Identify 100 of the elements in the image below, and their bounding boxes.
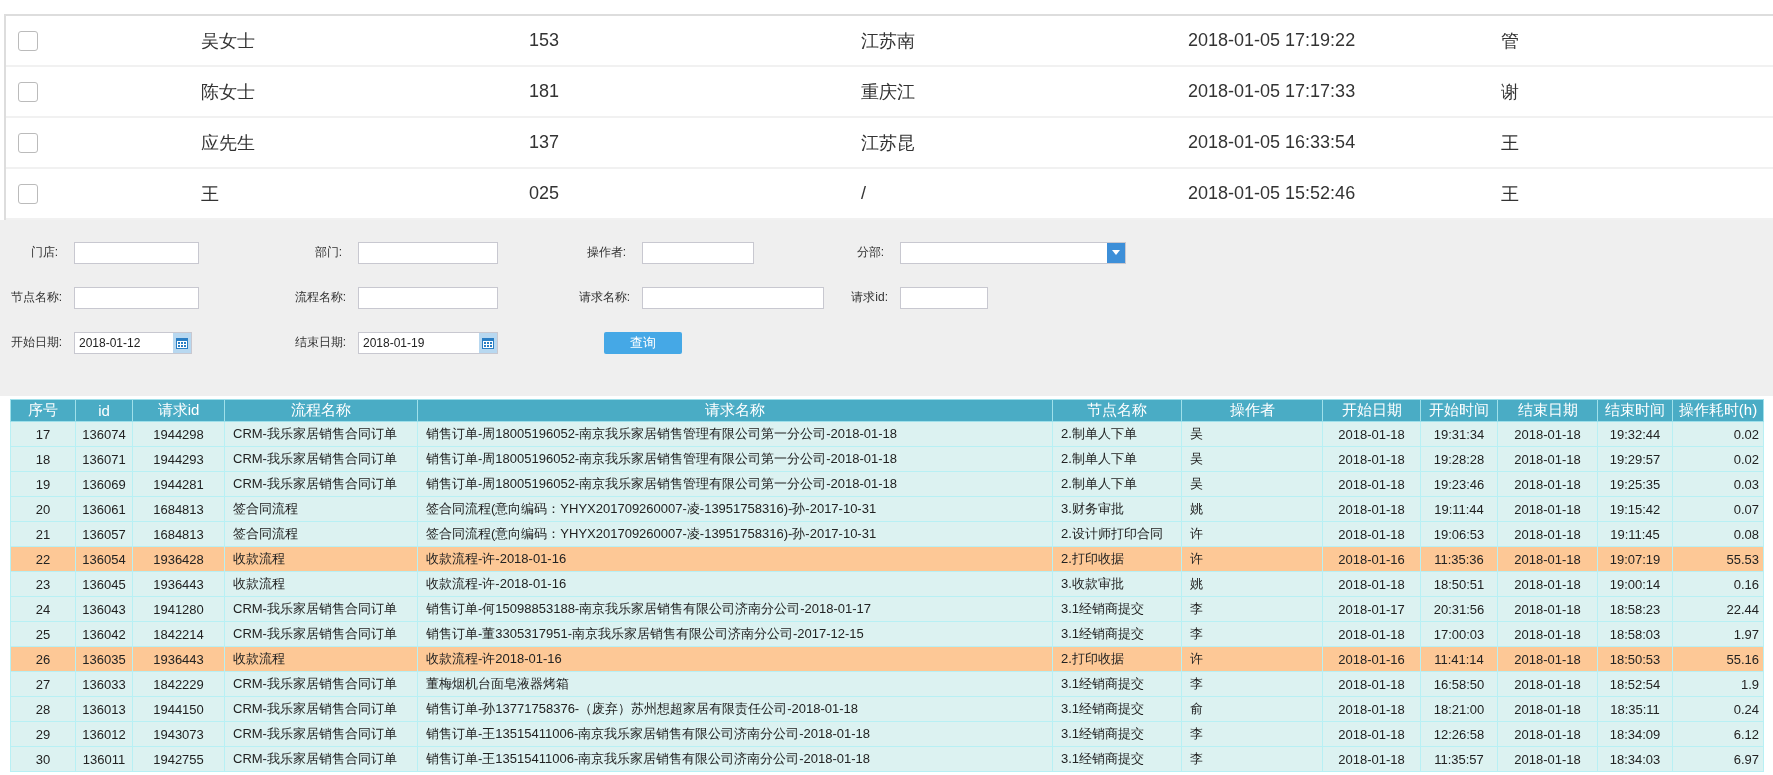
dropdown-field[interactable] <box>900 241 1126 264</box>
date-field[interactable]: 2018-01-12 <box>74 331 192 354</box>
table-cell: 1944281 <box>132 471 225 497</box>
phone-number: 025 <box>529 183 561 204</box>
table-cell: 2018-01-18 <box>1497 721 1598 747</box>
table-cell: 2018-01-18 <box>1322 721 1421 747</box>
table-cell: CRM-我乐家居销售合同订单 <box>224 596 418 622</box>
table-cell: 18 <box>10 446 76 472</box>
table-cell: 收款流程-许2018-01-16 <box>417 646 1053 672</box>
person-name: 王 <box>201 182 220 206</box>
table-cell: 1944150 <box>132 696 225 722</box>
table-cell: 0.02 <box>1672 421 1764 447</box>
table-cell: 3.1经销商提交 <box>1052 746 1182 772</box>
table-cell: 2018-01-18 <box>1322 746 1421 772</box>
table-cell: 0.16 <box>1672 571 1764 597</box>
table-row[interactable]: 20 136061 1684813 签合同流程 签合同流程(意向编码：YHYX201709260007-凌-13951758316)-孙-2017-10-31 3.财务审批 姚 2018-01-18 19:11:44 2018-01-18 19:15:42 0.07 <box>10 496 1764 522</box>
checkbox[interactable] <box>18 183 38 204</box>
table-row[interactable]: 29 136012 1943073 CRM-我乐家居销售合同订单 销售订单-王13515411006-南京我乐家居销售有限公司济南分公司-2018-01-18 3.1经销商提交 李 2018-01-18 12:26:58 2018-01-18 18:34:09 6.12 <box>10 721 1764 747</box>
table-cell: 2018-01-18 <box>1322 421 1421 447</box>
phone-number: 181 <box>529 81 561 102</box>
table-row[interactable]: 22 136054 1936428 收款流程 收款流程-许-2018-01-16 2.打印收据 许 2018-01-16 11:35:36 2018-01-18 19:07:19 55.53 <box>10 546 1764 572</box>
table-row[interactable]: 30 136011 1942755 CRM-我乐家居销售合同订单 销售订单-王13515411006-南京我乐家居销售有限公司济南分公司-2018-01-18 3.1经销商提交 李 2018-01-18 11:35:57 2018-01-18 18:34:03 6.97 <box>10 746 1764 772</box>
table-cell: CRM-我乐家居销售合同订单 <box>224 721 418 747</box>
field-label: 门店: <box>29 244 59 261</box>
table-cell: 销售订单-董3305317951-南京我乐家居销售有限公司济南分公司-2017-12-15 <box>417 621 1053 647</box>
phone-number: 153 <box>529 30 561 51</box>
table-cell: 吴 <box>1181 471 1323 497</box>
table-row[interactable]: 28 136013 1944150 CRM-我乐家居销售合同订单 销售订单-孙13771758376-（废弃）苏州想超家居有限责任公司-2018-01-18 3.1经销商提交 俞 2018-01-18 18:21:00 2018-01-18 18:35:11 0.24 <box>10 696 1764 722</box>
table-cell: 李 <box>1181 671 1323 697</box>
text-field[interactable] <box>642 286 824 309</box>
table-cell: 1944298 <box>132 421 225 447</box>
table-cell: 1684813 <box>132 496 225 522</box>
table-row[interactable]: 24 136043 1941280 CRM-我乐家居销售合同订单 销售订单-何15098853188-南京我乐家居销售有限公司济南分公司-2018-01-17 3.1经销商提交 李 2018-01-17 20:31:56 2018-01-18 18:58:23 22.44 <box>10 596 1764 622</box>
table-cell: 吴 <box>1181 421 1323 447</box>
table-cell: 6.97 <box>1672 746 1764 772</box>
table-cell: 1842229 <box>132 671 225 697</box>
checkbox[interactable] <box>18 81 38 102</box>
table-cell: 22 <box>10 546 76 572</box>
table-cell: 0.07 <box>1672 496 1764 522</box>
date-field[interactable]: 2018-01-19 <box>358 331 498 354</box>
table-cell: 6.12 <box>1672 721 1764 747</box>
table-cell: 李 <box>1181 596 1323 622</box>
table-cell: 2018-01-18 <box>1322 696 1421 722</box>
table-cell: 2018-01-18 <box>1497 496 1598 522</box>
table-cell: 28 <box>10 696 76 722</box>
table-cell: 销售订单-周18005196052-南京我乐家居销售管理有限公司第一分公司-2018-01-18 <box>417 446 1053 472</box>
table-cell: 签合同流程 <box>224 521 418 547</box>
table-cell: 25 <box>10 621 76 647</box>
table-cell: CRM-我乐家居销售合同订单 <box>224 421 418 447</box>
table-cell: CRM-我乐家居销售合同订单 <box>224 446 418 472</box>
text-field[interactable] <box>900 286 988 309</box>
table-cell: 董梅烟机台面皂液器烤箱 <box>417 671 1053 697</box>
table-cell: 销售订单-何15098853188-南京我乐家居销售有限公司济南分公司-2018-01-17 <box>417 596 1053 622</box>
table-cell: 收款流程 <box>224 646 418 672</box>
table-row[interactable]: 25 136042 1842214 CRM-我乐家居销售合同订单 销售订单-董3305317951-南京我乐家居销售有限公司济南分公司-2017-12-15 3.1经销商提交 李 2018-01-18 17:00:03 2018-01-18 18:58:03 1.97 <box>10 621 1764 647</box>
text-field[interactable] <box>642 241 754 264</box>
table-cell: 55.16 <box>1672 646 1764 672</box>
field-label: 操作者: <box>585 244 627 261</box>
staff-name: 王 <box>1501 131 1519 155</box>
calendar-icon[interactable] <box>479 332 497 353</box>
table-cell: 2018-01-18 <box>1497 471 1598 497</box>
table-cell: 俞 <box>1181 696 1323 722</box>
table-cell: 2.设计师打印合同 <box>1052 521 1182 547</box>
table-row[interactable]: 23 136045 1936443 收款流程 收款流程-许-2018-01-16 3.收款审批 姚 2018-01-18 18:50:51 2018-01-18 19:00:14 0.16 <box>10 571 1764 597</box>
table-cell: 1943073 <box>132 721 225 747</box>
table-cell: 2018-01-18 <box>1322 571 1421 597</box>
table-cell: 2018-01-18 <box>1497 571 1598 597</box>
table-cell: CRM-我乐家居销售合同订单 <box>224 696 418 722</box>
field-label: 部门: <box>313 244 343 261</box>
text-field[interactable] <box>74 241 199 264</box>
table-cell: 0.08 <box>1672 521 1764 547</box>
table-cell: CRM-我乐家居销售合同订单 <box>224 471 418 497</box>
table-cell: 2018-01-18 <box>1322 446 1421 472</box>
checkbox[interactable] <box>18 30 38 51</box>
table-cell: 2.打印收据 <box>1052 546 1182 572</box>
table-cell: 签合同流程 <box>224 496 418 522</box>
person-name: 陈女士 <box>201 80 256 104</box>
table-cell: 3.1经销商提交 <box>1052 696 1182 722</box>
calendar-icon[interactable] <box>173 332 191 353</box>
timestamp: 2018-01-05 16:33:54 <box>1188 132 1357 153</box>
table-row[interactable]: 26 136035 1936443 收款流程 收款流程-许2018-01-16 2.打印收据 许 2018-01-16 11:41:14 2018-01-18 18:50:53 55.16 <box>10 646 1764 672</box>
table-row[interactable]: 21 136057 1684813 签合同流程 签合同流程(意向编码：YHYX201709260007-凌-13951758316)-孙-2017-10-31 2.设计师打印合同 许 2018-01-18 19:06:53 2018-01-18 19:11:45 0.08 <box>10 521 1764 547</box>
table-row[interactable]: 19 136069 1944281 CRM-我乐家居销售合同订单 销售订单-周18005196052-南京我乐家居销售管理有限公司第一分公司-2018-01-18 2.制单人下单 吴 2018-01-18 19:23:46 2018-01-18 19:25:35 0.03 <box>10 471 1764 497</box>
table-cell: 2.制单人下单 <box>1052 471 1182 497</box>
text-field[interactable] <box>358 241 498 264</box>
table-cell: 2.打印收据 <box>1052 646 1182 672</box>
table-row[interactable]: 18 136071 1944293 CRM-我乐家居销售合同订单 销售订单-周18005196052-南京我乐家居销售管理有限公司第一分公司-2018-01-18 2.制单人下单 吴 2018-01-18 19:28:28 2018-01-18 19:29:57 0.02 <box>10 446 1764 472</box>
table-row[interactable]: 27 136033 1842229 CRM-我乐家居销售合同订单 董梅烟机台面皂液器烤箱 3.1经销商提交 李 2018-01-18 16:58:50 2018-01-18 18:52:54 1.9 <box>10 671 1764 697</box>
table-cell: 55.53 <box>1672 546 1764 572</box>
field-label: 结束日期: <box>293 334 347 351</box>
table-cell: 1.97 <box>1672 621 1764 647</box>
table-cell: 30 <box>10 746 76 772</box>
table-cell: 2018-01-16 <box>1322 546 1421 572</box>
table-cell: 2018-01-18 <box>1497 646 1598 672</box>
text-field[interactable] <box>74 286 199 309</box>
text-field[interactable] <box>358 286 498 309</box>
table-cell: 1842214 <box>132 621 225 647</box>
table-row[interactable]: 17 136074 1944298 CRM-我乐家居销售合同订单 销售订单-周18005196052-南京我乐家居销售管理有限公司第一分公司-2018-01-18 2.制单人下单 吴 2018-01-18 19:31:34 2018-01-18 19:32:44 0.02 <box>10 421 1764 447</box>
checkbox[interactable] <box>18 132 38 153</box>
table-cell: 姚 <box>1181 496 1323 522</box>
